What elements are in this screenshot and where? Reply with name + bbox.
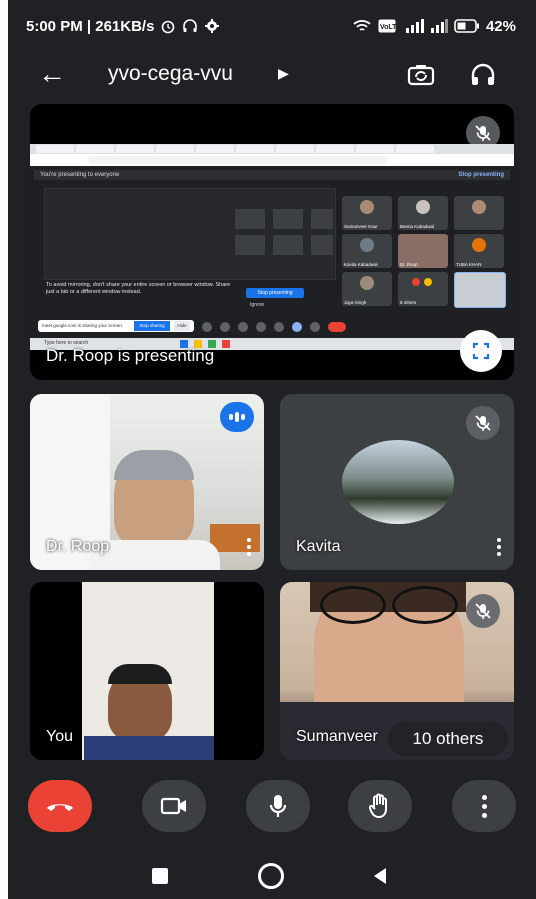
participant-tile-dr-roop[interactable]: Dr. Roop [30,394,264,570]
more-vert-icon [481,794,487,818]
fullscreen-icon[interactable] [460,330,502,372]
dropdown-arrow-icon[interactable]: ▶ [278,65,289,82]
participant-tile-you[interactable]: You [30,582,264,760]
meet-screen: 5:00 PM | 261KB/s VoLTE 42% ← yvo-cega-v… [8,0,536,899]
signal-icon [430,19,448,33]
video-icon [160,797,186,815]
signal-4g-icon [405,19,424,33]
stop-presenting-button: Stop presenting [246,288,304,298]
presenting-banner: You're presenting to everyone Stop prese… [34,170,510,180]
end-call-button[interactable] [28,780,92,832]
mirroring-warning: To avoid mirroring, don't share your ent… [46,282,231,295]
settings-gear-icon [205,19,220,33]
wifi-icon [353,20,371,31]
mic-toggle-button[interactable] [246,780,310,832]
home-icon[interactable] [258,863,284,889]
more-options-button[interactable] [452,780,516,832]
battery-level: 42% [485,17,516,35]
shared-controls [202,322,346,332]
back-icon[interactable] [372,867,388,885]
alarm-icon [162,20,175,34]
headphones-icon[interactable] [468,60,498,90]
participant-tile-kavita[interactable]: Kavita [280,394,514,570]
battery-icon [454,19,479,33]
more-vert-icon[interactable] [246,538,252,556]
headset-status-icon [183,19,198,32]
status-bar: 5:00 PM | 261KB/s VoLTE 42% [8,0,536,52]
participant-name: You [46,728,73,745]
avatar [342,440,454,524]
browser-tabs [30,144,514,154]
video-toggle-button[interactable] [142,780,206,832]
meeting-code[interactable]: yvo-cega-vvu [108,62,233,86]
others-chip[interactable]: 10 others [388,722,508,756]
end-call-icon [47,804,73,811]
mirrored-view [44,188,336,280]
android-nav-bar [8,848,536,899]
raise-hand-icon [368,793,387,818]
ignore-link: Ignore [250,302,265,308]
speaking-icon [220,402,254,432]
more-vert-icon[interactable] [496,538,502,556]
app-bar: ← yvo-cega-vvu ▶ [8,52,536,96]
participant-name: Dr. Roop [46,538,110,555]
participant-name: Kavita [296,538,341,555]
mic-off-icon [466,594,500,628]
volte-icon: VoLTE [378,19,396,33]
presenting-caption: Dr. Roop is presenting [46,346,215,365]
browser-url-bar [30,154,514,166]
mic-icon [269,795,287,817]
shared-screen: You're presenting to everyone Stop prese… [30,144,514,350]
sharing-notification: meet.google.com is sharing your screen. … [38,320,194,332]
raise-hand-button[interactable] [348,780,412,832]
mic-off-icon [466,406,500,440]
svg-text:VoLTE: VoLTE [380,24,396,31]
participant-name: Sumanveer [296,728,378,745]
recents-icon[interactable] [152,868,168,884]
switch-camera-icon[interactable] [406,60,436,90]
call-controls [8,776,536,842]
presentation-tile[interactable]: You're presenting to everyone Stop prese… [30,104,514,380]
status-time: 5:00 PM | 261KB/s [26,17,155,35]
back-arrow-icon[interactable]: ← [38,60,66,88]
